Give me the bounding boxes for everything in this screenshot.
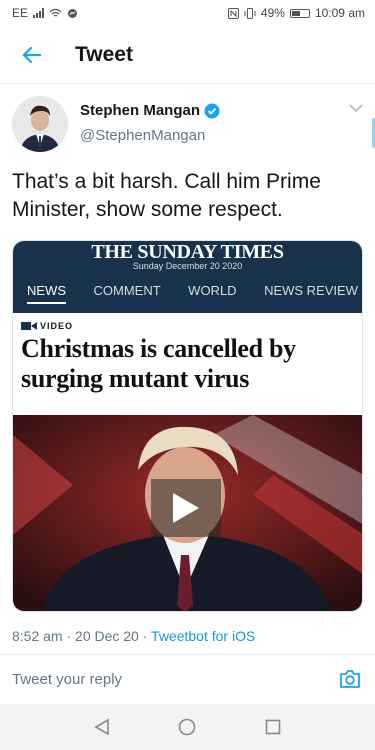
back-triangle-icon[interactable] <box>94 718 110 736</box>
back-arrow-icon <box>22 46 41 63</box>
tweet-author: Stephen Mangan @StephenMangan <box>12 96 367 156</box>
home-circle-icon[interactable] <box>178 718 196 736</box>
reply-bar: Tweet your reply <box>0 654 375 704</box>
tweet-text: That’s a bit harsh. Call him Prime Minis… <box>12 170 321 221</box>
author-name-row: Stephen Mangan <box>80 102 220 119</box>
camera-icon[interactable] <box>339 669 361 689</box>
wifi-icon <box>49 8 62 17</box>
battery-percent: 49% <box>260 6 285 20</box>
play-icon <box>173 493 199 523</box>
chevron-down-icon[interactable] <box>349 104 363 113</box>
carrier-label: EE <box>12 6 29 20</box>
headline: Christmas is cancelled by surging mutant… <box>21 334 296 393</box>
back-button[interactable] <box>0 26 62 84</box>
author-handle[interactable]: @StephenMangan <box>80 127 205 144</box>
video-camera-icon <box>21 322 37 330</box>
nfc-icon <box>227 7 239 19</box>
nav-news-review: NEWS REVIEW <box>264 283 358 298</box>
status-right: 49% 10:09 am <box>227 6 365 20</box>
newspaper-nav: NEWS COMMENT WORLD NEWS REVIEW <box>13 283 362 304</box>
nav-news: NEWS <box>27 283 66 304</box>
tweet-media[interactable]: THE SUNDAY TIMES Sunday December 20 2020… <box>12 240 363 612</box>
system-nav-bar <box>0 704 375 750</box>
kicker-label: VIDEO <box>40 321 74 331</box>
tweet-timestamp: 8:52 am · 20 Dec 20 · <box>12 628 152 644</box>
verified-badge-icon <box>204 103 220 118</box>
newspaper-masthead: THE SUNDAY TIMES Sunday December 20 2020… <box>13 241 362 313</box>
battery-icon <box>289 8 310 18</box>
messenger-icon <box>68 8 78 18</box>
status-bar: EE 49% 10:09 am <box>0 0 375 26</box>
avatar[interactable] <box>12 96 68 152</box>
newspaper-date: Sunday December 20 2020 <box>132 261 243 271</box>
vibrate-icon <box>244 7 256 19</box>
recents-square-icon[interactable] <box>265 719 281 735</box>
app-header: Tweet <box>0 26 375 84</box>
tweet-meta: 8:52 am · 20 Dec 20 · Tweetbot for iOS <box>12 628 255 644</box>
reply-input[interactable]: Tweet your reply <box>12 671 122 688</box>
play-button[interactable] <box>151 479 221 537</box>
tweet-source-link[interactable]: Tweetbot for iOS <box>151 628 255 644</box>
clock: 10:09 am <box>314 6 365 20</box>
nav-world: WORLD <box>188 283 237 298</box>
video-kicker: VIDEO <box>21 321 73 331</box>
page-title: Tweet <box>75 42 133 66</box>
nav-comment: COMMENT <box>93 283 161 298</box>
status-left: EE <box>12 6 78 20</box>
author-name[interactable]: Stephen Mangan <box>80 102 200 119</box>
video-thumbnail[interactable] <box>13 415 362 611</box>
signal-icon <box>33 8 45 18</box>
